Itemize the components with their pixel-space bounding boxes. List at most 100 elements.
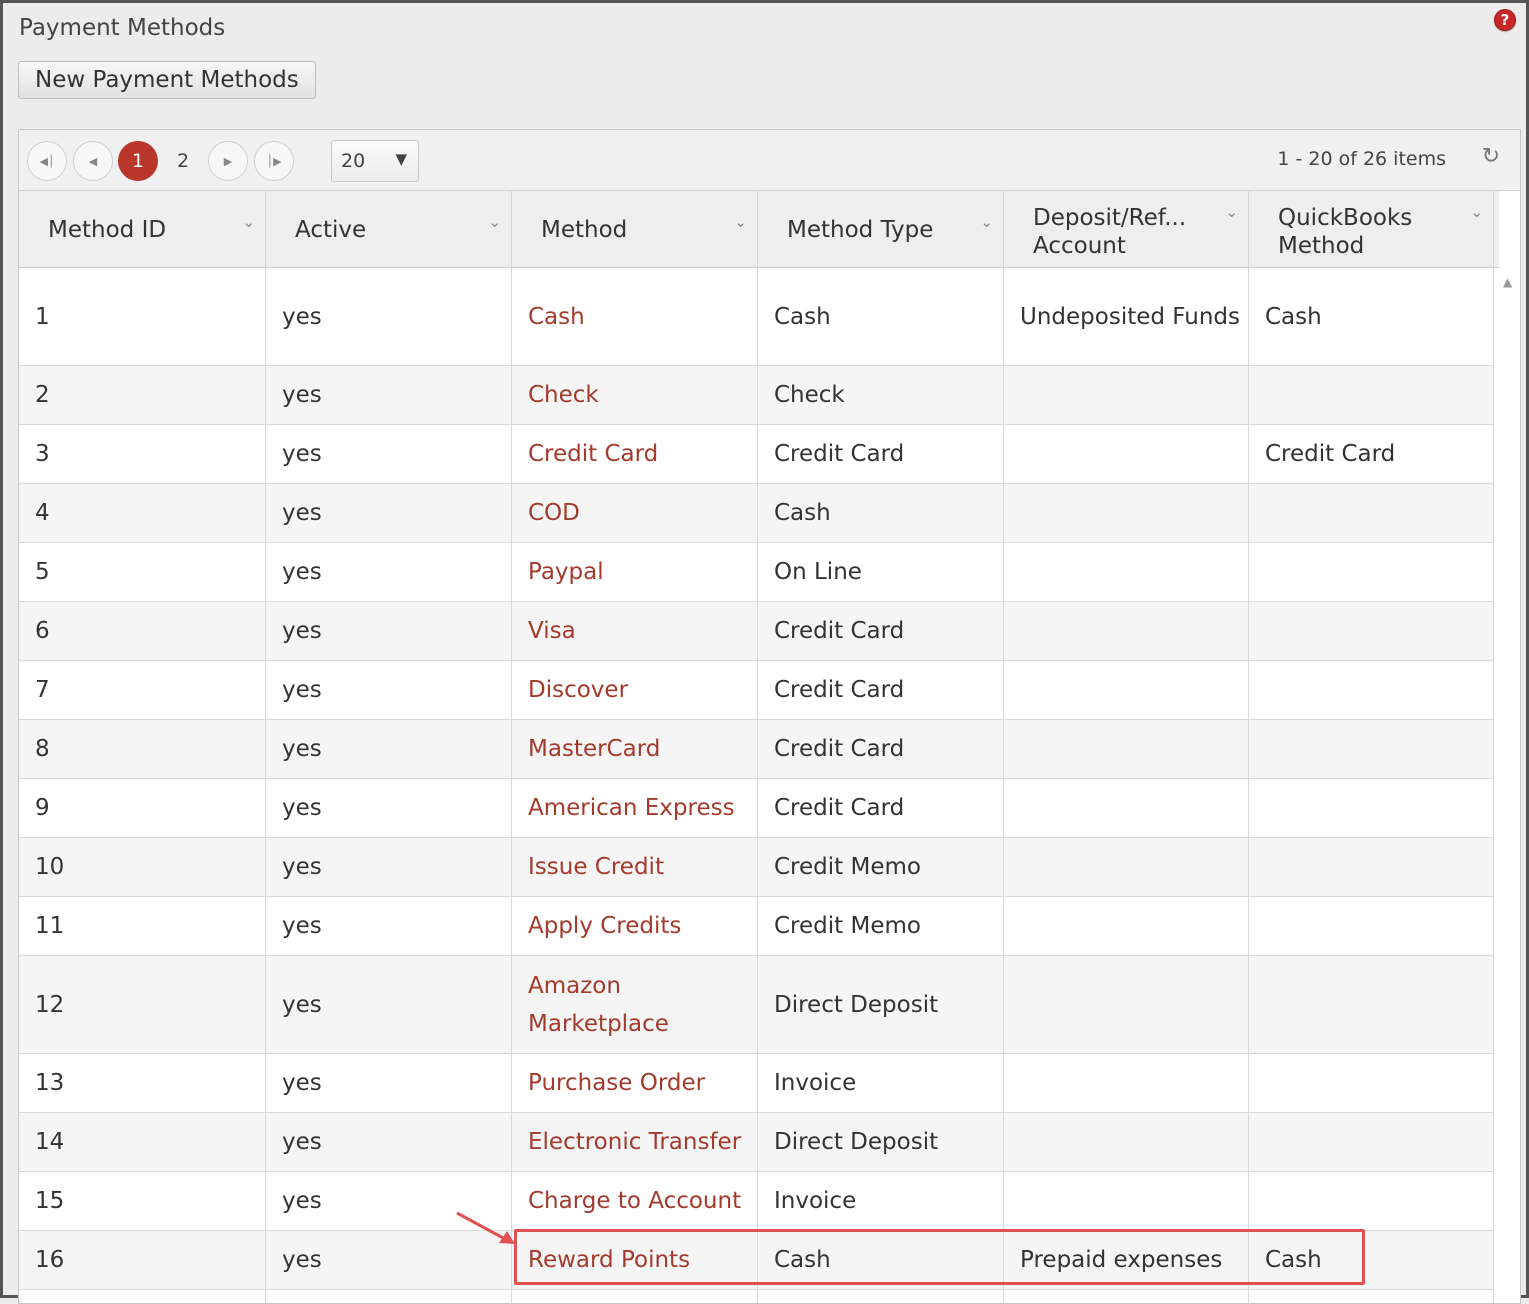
cell-method-id: 5 bbox=[19, 543, 266, 601]
cell-method-id bbox=[19, 1290, 266, 1303]
new-payment-methods-button[interactable]: New Payment Methods bbox=[18, 61, 316, 99]
cell-method-id: 16 bbox=[19, 1231, 266, 1289]
cell-active: yes bbox=[266, 268, 512, 365]
method-link[interactable]: Issue Credit bbox=[512, 838, 758, 896]
payment-methods-grid: ◀│ ◀ 1 2 ▶ │▶ 20 ▼ 1 - 20 of 26 items ↻ … bbox=[18, 129, 1521, 1304]
cell-method-type: Credit Card bbox=[758, 779, 1004, 837]
chevron-down-icon[interactable]: ⌄ bbox=[242, 213, 255, 231]
column-header-deposit-account[interactable]: Deposit/Ref... Account ⌄ bbox=[1004, 191, 1249, 267]
caret-down-icon: ▼ bbox=[395, 150, 407, 168]
cell-method-id: 8 bbox=[19, 720, 266, 778]
table-row[interactable]: 7 yes Discover Credit Card bbox=[19, 661, 1494, 720]
table-row[interactable]: 6 yes Visa Credit Card bbox=[19, 602, 1494, 661]
cell-active bbox=[266, 1290, 512, 1303]
chevron-down-icon[interactable]: ⌄ bbox=[488, 213, 501, 231]
cell-active: yes bbox=[266, 779, 512, 837]
cell-method-id: 9 bbox=[19, 779, 266, 837]
table-row[interactable]: 8 yes MasterCard Credit Card bbox=[19, 720, 1494, 779]
method-link[interactable]: Paypal bbox=[512, 543, 758, 601]
chevron-down-icon[interactable]: ⌄ bbox=[734, 213, 747, 231]
prev-page-icon[interactable]: ◀ bbox=[73, 141, 113, 181]
page-1-button[interactable]: 1 bbox=[118, 141, 158, 181]
cell-deposit-account bbox=[1004, 366, 1249, 424]
table-row[interactable]: 5 yes Paypal On Line bbox=[19, 543, 1494, 602]
cell-method-id: 15 bbox=[19, 1172, 266, 1230]
column-header-method-id[interactable]: Method ID ⌄ bbox=[19, 191, 266, 267]
method-link[interactable]: Discover bbox=[512, 661, 758, 719]
method-link[interactable]: Charge to Account bbox=[512, 1172, 758, 1230]
cell-deposit-account bbox=[1004, 1172, 1249, 1230]
pager-info: 1 - 20 of 26 items bbox=[1277, 148, 1446, 170]
table-row[interactable]: 4 yes COD Cash bbox=[19, 484, 1494, 543]
table-row[interactable]: 2 yes Check Check bbox=[19, 366, 1494, 425]
column-header-line: Method Type bbox=[787, 217, 934, 243]
method-link[interactable] bbox=[512, 1290, 758, 1303]
cell-method-type: Credit Memo bbox=[758, 838, 1004, 896]
cell-quickbooks-method bbox=[1249, 602, 1494, 660]
table-row[interactable]: 3 yes Credit Card Credit Card Credit Card bbox=[19, 425, 1494, 484]
cell-quickbooks-method bbox=[1249, 366, 1494, 424]
table-row[interactable]: 9 yes American Express Credit Card bbox=[19, 779, 1494, 838]
cell-active: yes bbox=[266, 425, 512, 483]
cell-deposit-account bbox=[1004, 1054, 1249, 1112]
cell-quickbooks-method bbox=[1249, 956, 1494, 1053]
chevron-down-icon[interactable]: ⌄ bbox=[1225, 203, 1238, 221]
cell-quickbooks-method bbox=[1249, 543, 1494, 601]
chevron-down-icon[interactable]: ⌄ bbox=[980, 213, 993, 231]
method-link[interactable]: American Express bbox=[512, 779, 758, 837]
method-link[interactable]: Amazon Marketplace bbox=[512, 956, 758, 1053]
cell-deposit-account bbox=[1004, 956, 1249, 1053]
last-page-icon[interactable]: │▶ bbox=[254, 141, 294, 181]
cell-deposit-account bbox=[1004, 425, 1249, 483]
method-link[interactable]: Visa bbox=[512, 602, 758, 660]
chevron-down-icon[interactable]: ⌄ bbox=[1470, 203, 1483, 221]
scroll-up-icon[interactable]: ▲ bbox=[1503, 275, 1512, 289]
annotation-arrow bbox=[456, 1211, 515, 1244]
cell-deposit-account bbox=[1004, 838, 1249, 896]
next-page-icon[interactable]: ▶ bbox=[208, 141, 248, 181]
method-link[interactable]: Cash bbox=[512, 268, 758, 365]
cell-quickbooks-method: Credit Card bbox=[1249, 425, 1494, 483]
method-link[interactable]: MasterCard bbox=[512, 720, 758, 778]
column-header-line: QuickBooks bbox=[1278, 205, 1413, 231]
column-header-line: Active bbox=[295, 217, 367, 243]
method-link[interactable]: Apply Credits bbox=[512, 897, 758, 955]
cell-method-type: Check bbox=[758, 366, 1004, 424]
cell-method-type: Credit Card bbox=[758, 661, 1004, 719]
table-row[interactable]: 12 yes Amazon Marketplace Direct Deposit bbox=[19, 956, 1494, 1054]
cell-method-id: 1 bbox=[19, 268, 266, 365]
cell-deposit-account bbox=[1004, 661, 1249, 719]
cell-quickbooks-method bbox=[1249, 1290, 1494, 1303]
help-icon[interactable]: ? bbox=[1494, 9, 1516, 31]
page-2-button[interactable]: 2 bbox=[163, 141, 203, 181]
method-link[interactable]: COD bbox=[512, 484, 758, 542]
cell-active: yes bbox=[266, 484, 512, 542]
table-row[interactable]: 1 yes Cash Cash Undeposited Funds Cash bbox=[19, 268, 1494, 366]
column-header-quickbooks-method[interactable]: QuickBooks Method ⌄ bbox=[1249, 191, 1494, 267]
table-row[interactable]: 10 yes Issue Credit Credit Memo bbox=[19, 838, 1494, 897]
page-size-select[interactable]: 20 ▼ bbox=[331, 140, 419, 182]
table-row[interactable]: 13 yes Purchase Order Invoice bbox=[19, 1054, 1494, 1113]
method-link[interactable]: Credit Card bbox=[512, 425, 758, 483]
method-link[interactable]: Purchase Order bbox=[512, 1054, 758, 1112]
column-header-line: Method ID bbox=[48, 217, 167, 243]
table-row[interactable]: 11 yes Apply Credits Credit Memo bbox=[19, 897, 1494, 956]
column-header-label: Method Type bbox=[787, 216, 933, 244]
column-header-method[interactable]: Method ⌄ bbox=[512, 191, 758, 267]
page-title: Payment Methods bbox=[19, 15, 226, 41]
cell-method-id: 11 bbox=[19, 897, 266, 955]
refresh-icon[interactable]: ↻ bbox=[1482, 144, 1500, 169]
table-row[interactable]: 14 yes Electronic Transfer Direct Deposit bbox=[19, 1113, 1494, 1172]
cell-method-id: 10 bbox=[19, 838, 266, 896]
method-link[interactable]: Check bbox=[512, 366, 758, 424]
column-header-active[interactable]: Active ⌄ bbox=[266, 191, 512, 267]
cell-quickbooks-method bbox=[1249, 779, 1494, 837]
column-header-method-type[interactable]: Method Type ⌄ bbox=[758, 191, 1004, 267]
first-page-icon[interactable]: ◀│ bbox=[27, 141, 67, 181]
cell-method-type: On Line bbox=[758, 543, 1004, 601]
cell-method-type: Credit Memo bbox=[758, 897, 1004, 955]
table-row[interactable] bbox=[19, 1290, 1494, 1303]
cell-active: yes bbox=[266, 602, 512, 660]
method-link[interactable]: Electronic Transfer bbox=[512, 1113, 758, 1171]
table-row[interactable]: 15 yes Charge to Account Invoice bbox=[19, 1172, 1494, 1231]
